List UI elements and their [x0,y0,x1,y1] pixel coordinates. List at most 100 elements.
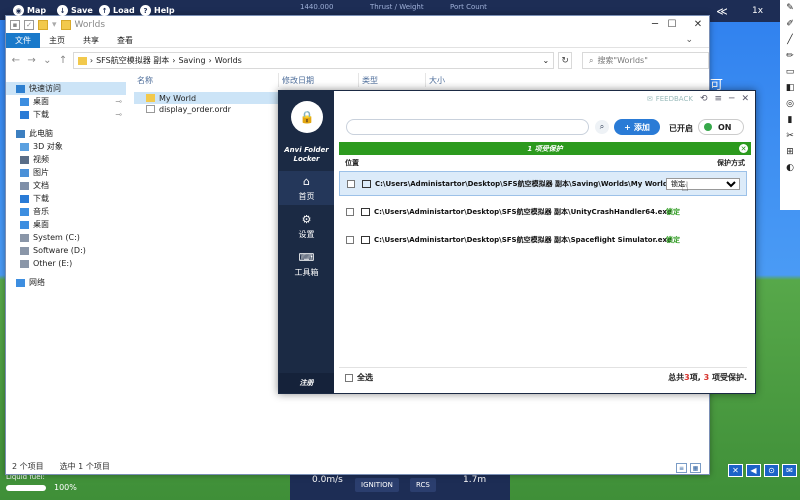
build-tool-icon[interactable]: ▮ [780,112,800,128]
nav-item[interactable]: Other (E:) [6,257,126,270]
nav-item[interactable]: 网络 [6,276,126,289]
game-corner-icon[interactable]: ✉ [782,464,797,477]
save-button[interactable]: ↓ Save [54,3,98,18]
row-checkbox[interactable] [346,207,354,216]
map-button[interactable]: ◉ Map [10,3,51,18]
row-checkbox[interactable] [346,235,354,244]
rcs-button[interactable]: RCS [410,478,436,492]
column-name[interactable]: 名称 [134,73,279,87]
build-tool-icon[interactable]: ✐ [780,16,800,32]
nav-item[interactable]: 下载 [6,192,126,205]
protection-toggle[interactable]: ON [698,119,744,135]
back-icon[interactable]: ← [10,55,22,66]
tab-view[interactable]: 查看 [108,33,142,48]
build-tool-icon[interactable]: ◎ [780,96,800,112]
build-tool-icon[interactable]: ✂ [780,128,800,144]
protected-item-row[interactable]: C:\Users\Administartor\Desktop\SFS航空模拟器 … [339,227,747,252]
minimize-button[interactable]: ─ [729,94,734,104]
feedback-button[interactable]: ✉ FEEDBACK [647,95,693,103]
column-size[interactable]: 大小 [426,73,486,87]
build-tool-icon[interactable]: ▭ [780,64,800,80]
anvi-nav-home[interactable]: ⌂ 首页 [279,171,334,205]
build-tool-icon[interactable]: ◐ [780,160,800,176]
banner-close-icon[interactable]: ✕ [739,144,748,153]
game-corner-icon[interactable]: ⊙ [764,464,779,477]
rewind-button[interactable]: ≪ [708,0,736,22]
feedback-label: FEEDBACK [655,95,693,103]
maximize-button[interactable]: ☐ [658,16,686,33]
tab-home[interactable]: 主页 [40,33,74,48]
nav-item[interactable]: 桌面 [6,218,126,231]
row-checkbox[interactable] [347,179,355,188]
details-view-icon[interactable]: ≡ [676,463,687,473]
anvi-search-input[interactable] [346,119,589,135]
build-tool-icon[interactable]: ✏ [780,48,800,64]
search-input[interactable]: ⌕ 搜索"Worlds" [581,52,710,69]
nav-item[interactable]: 桌面 ⊸ [6,95,126,108]
nav-item[interactable]: System (C:) [6,231,126,244]
anvi-nav-toolbox[interactable]: ⌨ 工具箱 [279,247,334,281]
help-button[interactable]: ? Help [137,3,180,18]
breadcrumb-item[interactable]: SFS航空模拟器 副本 [96,55,169,66]
recent-dropdown-icon[interactable]: ⌄ [41,55,53,66]
nav-item[interactable]: 3D 对象 [6,140,126,153]
nav-item[interactable]: 此电脑 [6,127,126,140]
refresh-icon[interactable]: ↻ [558,52,572,69]
nav-item[interactable]: 音乐 [6,205,126,218]
tab-share[interactable]: 共享 [74,33,108,48]
nav-label: 3D 对象 [33,142,63,151]
time-speed-button[interactable]: 1x [735,0,780,22]
nav-item[interactable]: 快速访问 [6,82,126,95]
tab-file[interactable]: 文件 [6,32,40,48]
breadcrumb-item[interactable]: Saving [178,56,205,65]
load-button[interactable]: ↑ Load [96,3,140,18]
system-menu-icon[interactable]: ▪ [10,19,20,30]
add-button[interactable]: + 添加 [614,119,660,135]
column-type[interactable]: 类型 [359,73,426,87]
properties-icon[interactable]: ✓ [24,19,34,30]
build-tool-icon[interactable]: ◧ [780,80,800,96]
address-bar[interactable]: › SFS航空模拟器 副本 › Saving › Worlds ⌄ [72,52,555,69]
column-date[interactable]: 修改日期 [279,73,359,87]
address-dropdown-icon[interactable]: ⌄ [543,56,550,65]
file-row[interactable]: display_order.ordr [134,103,231,115]
build-tool-icon[interactable]: ⊞ [780,144,800,160]
desktop-icon [20,97,29,106]
settings-icon: ⚙ [301,212,312,226]
pin-icon[interactable]: ⊸ [115,97,122,106]
forward-icon[interactable]: → [26,55,38,66]
protected-item-row[interactable]: C:\Users\Administartor\Desktop\SFS航空模拟器 … [339,199,747,224]
nav-item[interactable]: 下载 ⊸ [6,108,126,121]
select-all-checkbox[interactable] [345,373,353,382]
new-folder-icon[interactable] [38,19,48,30]
nav-item[interactable]: 视频 [6,153,126,166]
menu-icon[interactable]: ≡ [714,94,722,104]
build-tool-icon[interactable]: ╱ [780,32,800,48]
register-button[interactable]: 注册 [279,373,334,393]
protection-select[interactable]: 锁定 [666,177,740,190]
anvi-nav-label: 工具箱 [294,267,319,277]
large-icons-view-icon[interactable]: ▦ [690,463,701,473]
nav-item[interactable]: 文档 [6,179,126,192]
refresh-icon[interactable]: ⟲ [700,94,708,104]
up-icon[interactable]: ↑ [57,55,69,66]
nav-item[interactable]: 图片 [6,166,126,179]
protection-value[interactable]: 锁定 [666,235,680,245]
search-icon[interactable]: ⌕ [595,120,609,134]
protection-value[interactable]: 锁定 [666,207,680,217]
anvi-nav-settings[interactable]: ⚙ 设置 [279,209,334,243]
close-button[interactable]: ✕ [741,94,749,104]
game-corner-icon[interactable]: ✕ [728,464,743,477]
ignition-button[interactable]: IGNITION [355,478,399,492]
pin-icon[interactable]: ⊸ [115,110,122,119]
quick-access-dropdown-icon[interactable]: ▾ [52,20,57,30]
build-tool-icon[interactable]: ✎ [780,0,800,16]
ribbon-expand-icon[interactable]: ⌄ [685,35,693,45]
nav-item[interactable]: Software (D:) [6,244,126,257]
item-path: C:\Users\Administartor\Desktop\SFS航空模拟器 … [374,235,672,244]
close-button[interactable]: ✕ [684,16,712,33]
game-corner-icon[interactable]: ◀ [746,464,761,477]
column-protection: 保护方式 [717,159,745,167]
breadcrumb-item[interactable]: Worlds [215,56,242,65]
drive-icon [20,259,29,268]
